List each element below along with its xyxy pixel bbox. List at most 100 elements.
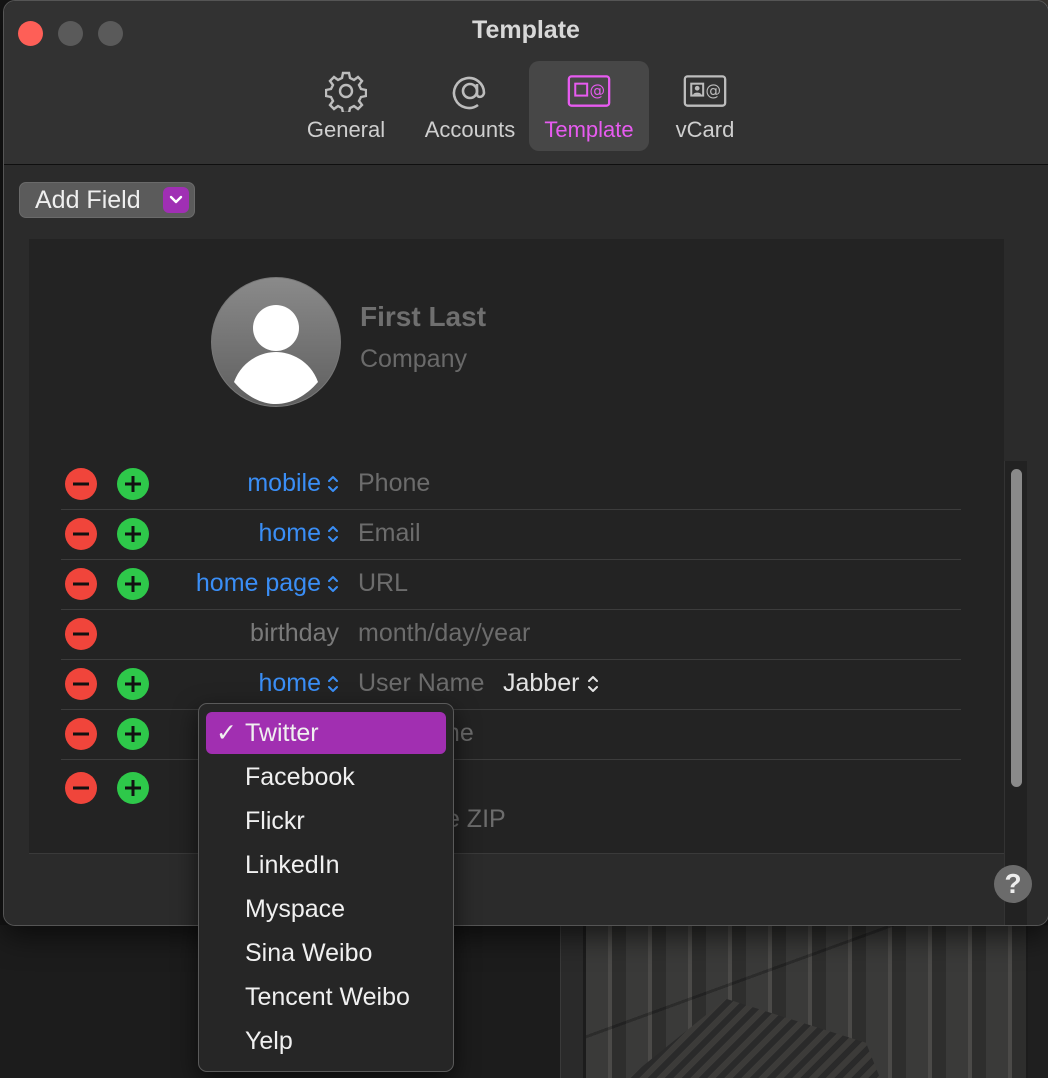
field-label-popup[interactable]: mobile	[247, 469, 339, 498]
plus-icon	[125, 476, 141, 492]
preferences-toolbar: General Accounts @ Template @ vCard	[4, 61, 1048, 151]
template-card-icon: @	[567, 71, 611, 111]
at-sign-icon	[448, 71, 492, 111]
add-field-button[interactable]	[117, 518, 149, 550]
remove-field-button[interactable]	[65, 518, 97, 550]
remove-field-button[interactable]	[65, 468, 97, 500]
checkmark-icon: ✓	[216, 719, 237, 747]
minus-icon	[73, 786, 89, 790]
social-service-menu: ✓ Twitter Facebook Flickr LinkedIn Myspa…	[198, 703, 454, 1072]
field-label-text: home	[258, 669, 321, 697]
tab-vcard[interactable]: @ vCard	[662, 61, 748, 151]
field-placeholder[interactable]: Phone	[358, 469, 430, 498]
add-field-label: Add Field	[35, 185, 141, 214]
field-label-popup[interactable]: home	[258, 519, 339, 548]
plus-icon	[125, 526, 141, 542]
field-label-text: birthday	[250, 619, 339, 647]
field-placeholder[interactable]: URL	[358, 569, 408, 598]
menu-item-label: LinkedIn	[245, 851, 340, 879]
field-row-social-profile: me	[61, 709, 961, 760]
remove-field-button[interactable]	[65, 568, 97, 600]
tab-template[interactable]: @ Template	[529, 61, 649, 151]
plus-icon	[125, 780, 141, 796]
titlebar: Template General Accounts @ Template @ v…	[4, 1, 1048, 165]
field-label-text: home	[258, 519, 321, 547]
contact-card-template: First Last Company mobile Phone home Ema…	[29, 239, 1027, 925]
vertical-scrollbar[interactable]	[1004, 461, 1027, 925]
field-label-text: mobile	[247, 469, 321, 497]
field-label-popup[interactable]: home page	[196, 569, 339, 598]
up-down-chevron-icon	[328, 475, 338, 492]
up-down-chevron-icon	[588, 675, 599, 692]
add-field-button[interactable]	[117, 468, 149, 500]
field-placeholder[interactable]: User Name	[358, 669, 484, 698]
field-row-address: te ZIP	[61, 763, 961, 843]
svg-text:@: @	[589, 82, 605, 100]
minus-icon	[73, 632, 89, 636]
menu-item-tencent-weibo[interactable]: Tencent Weibo	[206, 976, 446, 1018]
menu-item-sina-weibo[interactable]: Sina Weibo	[206, 932, 446, 974]
service-popup[interactable]: Jabber	[503, 669, 599, 698]
menu-item-myspace[interactable]: Myspace	[206, 888, 446, 930]
field-label-popup[interactable]: home	[258, 669, 339, 698]
tab-template-label: Template	[544, 117, 634, 142]
tab-general-label: General	[306, 117, 386, 142]
window-title: Template	[472, 16, 580, 44]
field-row-url: home page URL	[61, 559, 961, 610]
gear-icon	[324, 71, 368, 112]
field-placeholder[interactable]: month/day/year	[358, 619, 530, 648]
menu-item-label: Yelp	[245, 1027, 293, 1055]
tab-accounts-label: Accounts	[424, 117, 516, 142]
contact-name[interactable]: First Last	[360, 301, 486, 333]
vcard-icon: @	[683, 71, 727, 111]
chevron-down-icon	[163, 187, 189, 213]
background-side-bar	[1028, 926, 1048, 1078]
person-silhouette-icon	[234, 305, 318, 404]
plus-icon	[125, 576, 141, 592]
plus-icon	[125, 726, 141, 742]
menu-item-twitter[interactable]: ✓ Twitter	[206, 712, 446, 754]
tab-accounts[interactable]: Accounts	[414, 61, 526, 151]
field-row-phone: mobile Phone	[61, 459, 961, 510]
remove-field-button[interactable]	[65, 618, 97, 650]
menu-item-linkedin[interactable]: LinkedIn	[206, 844, 446, 886]
minus-icon	[73, 582, 89, 586]
field-row-email: home Email	[61, 509, 961, 560]
menu-item-label: Sina Weibo	[245, 939, 373, 967]
up-down-chevron-icon	[328, 575, 338, 592]
scrollbar-thumb[interactable]	[1011, 469, 1022, 787]
add-field-popup-button[interactable]: Add Field	[19, 182, 195, 218]
service-popup-label: Jabber	[503, 669, 580, 697]
minus-icon	[73, 532, 89, 536]
preferences-window: Template General Accounts @ Template @ v…	[3, 0, 1048, 926]
menu-item-label: Myspace	[245, 895, 346, 923]
tab-vcard-label: vCard	[675, 117, 735, 142]
menu-item-yelp[interactable]: Yelp	[206, 1020, 446, 1062]
add-field-button[interactable]	[117, 568, 149, 600]
field-placeholder[interactable]: Email	[358, 519, 421, 548]
remove-field-button[interactable]	[65, 668, 97, 700]
menu-item-label: Tencent Weibo	[245, 983, 410, 1011]
template-content: Add Field First Last Company mobile Phon…	[4, 165, 1048, 925]
contact-company[interactable]: Company	[360, 345, 467, 374]
remove-field-button[interactable]	[65, 718, 97, 750]
menu-item-flickr[interactable]: Flickr	[206, 800, 446, 842]
up-down-chevron-icon	[328, 525, 338, 542]
minus-icon	[73, 482, 89, 486]
add-field-button[interactable]	[117, 668, 149, 700]
minus-icon	[73, 732, 89, 736]
svg-text:@: @	[705, 82, 721, 100]
field-label-text: home page	[195, 569, 321, 597]
remove-field-button[interactable]	[65, 772, 97, 804]
tab-general[interactable]: General	[300, 61, 392, 151]
add-field-button[interactable]	[117, 772, 149, 804]
menu-item-label: Twitter	[245, 719, 319, 747]
menu-item-label: Facebook	[245, 763, 355, 791]
add-field-button[interactable]	[117, 718, 149, 750]
menu-item-facebook[interactable]: Facebook	[206, 756, 446, 798]
avatar[interactable]	[211, 277, 341, 407]
help-button[interactable]: ?	[994, 865, 1032, 903]
field-row-birthday: birthday month/day/year	[61, 609, 961, 660]
plus-icon	[125, 676, 141, 692]
up-down-chevron-icon	[328, 675, 338, 692]
